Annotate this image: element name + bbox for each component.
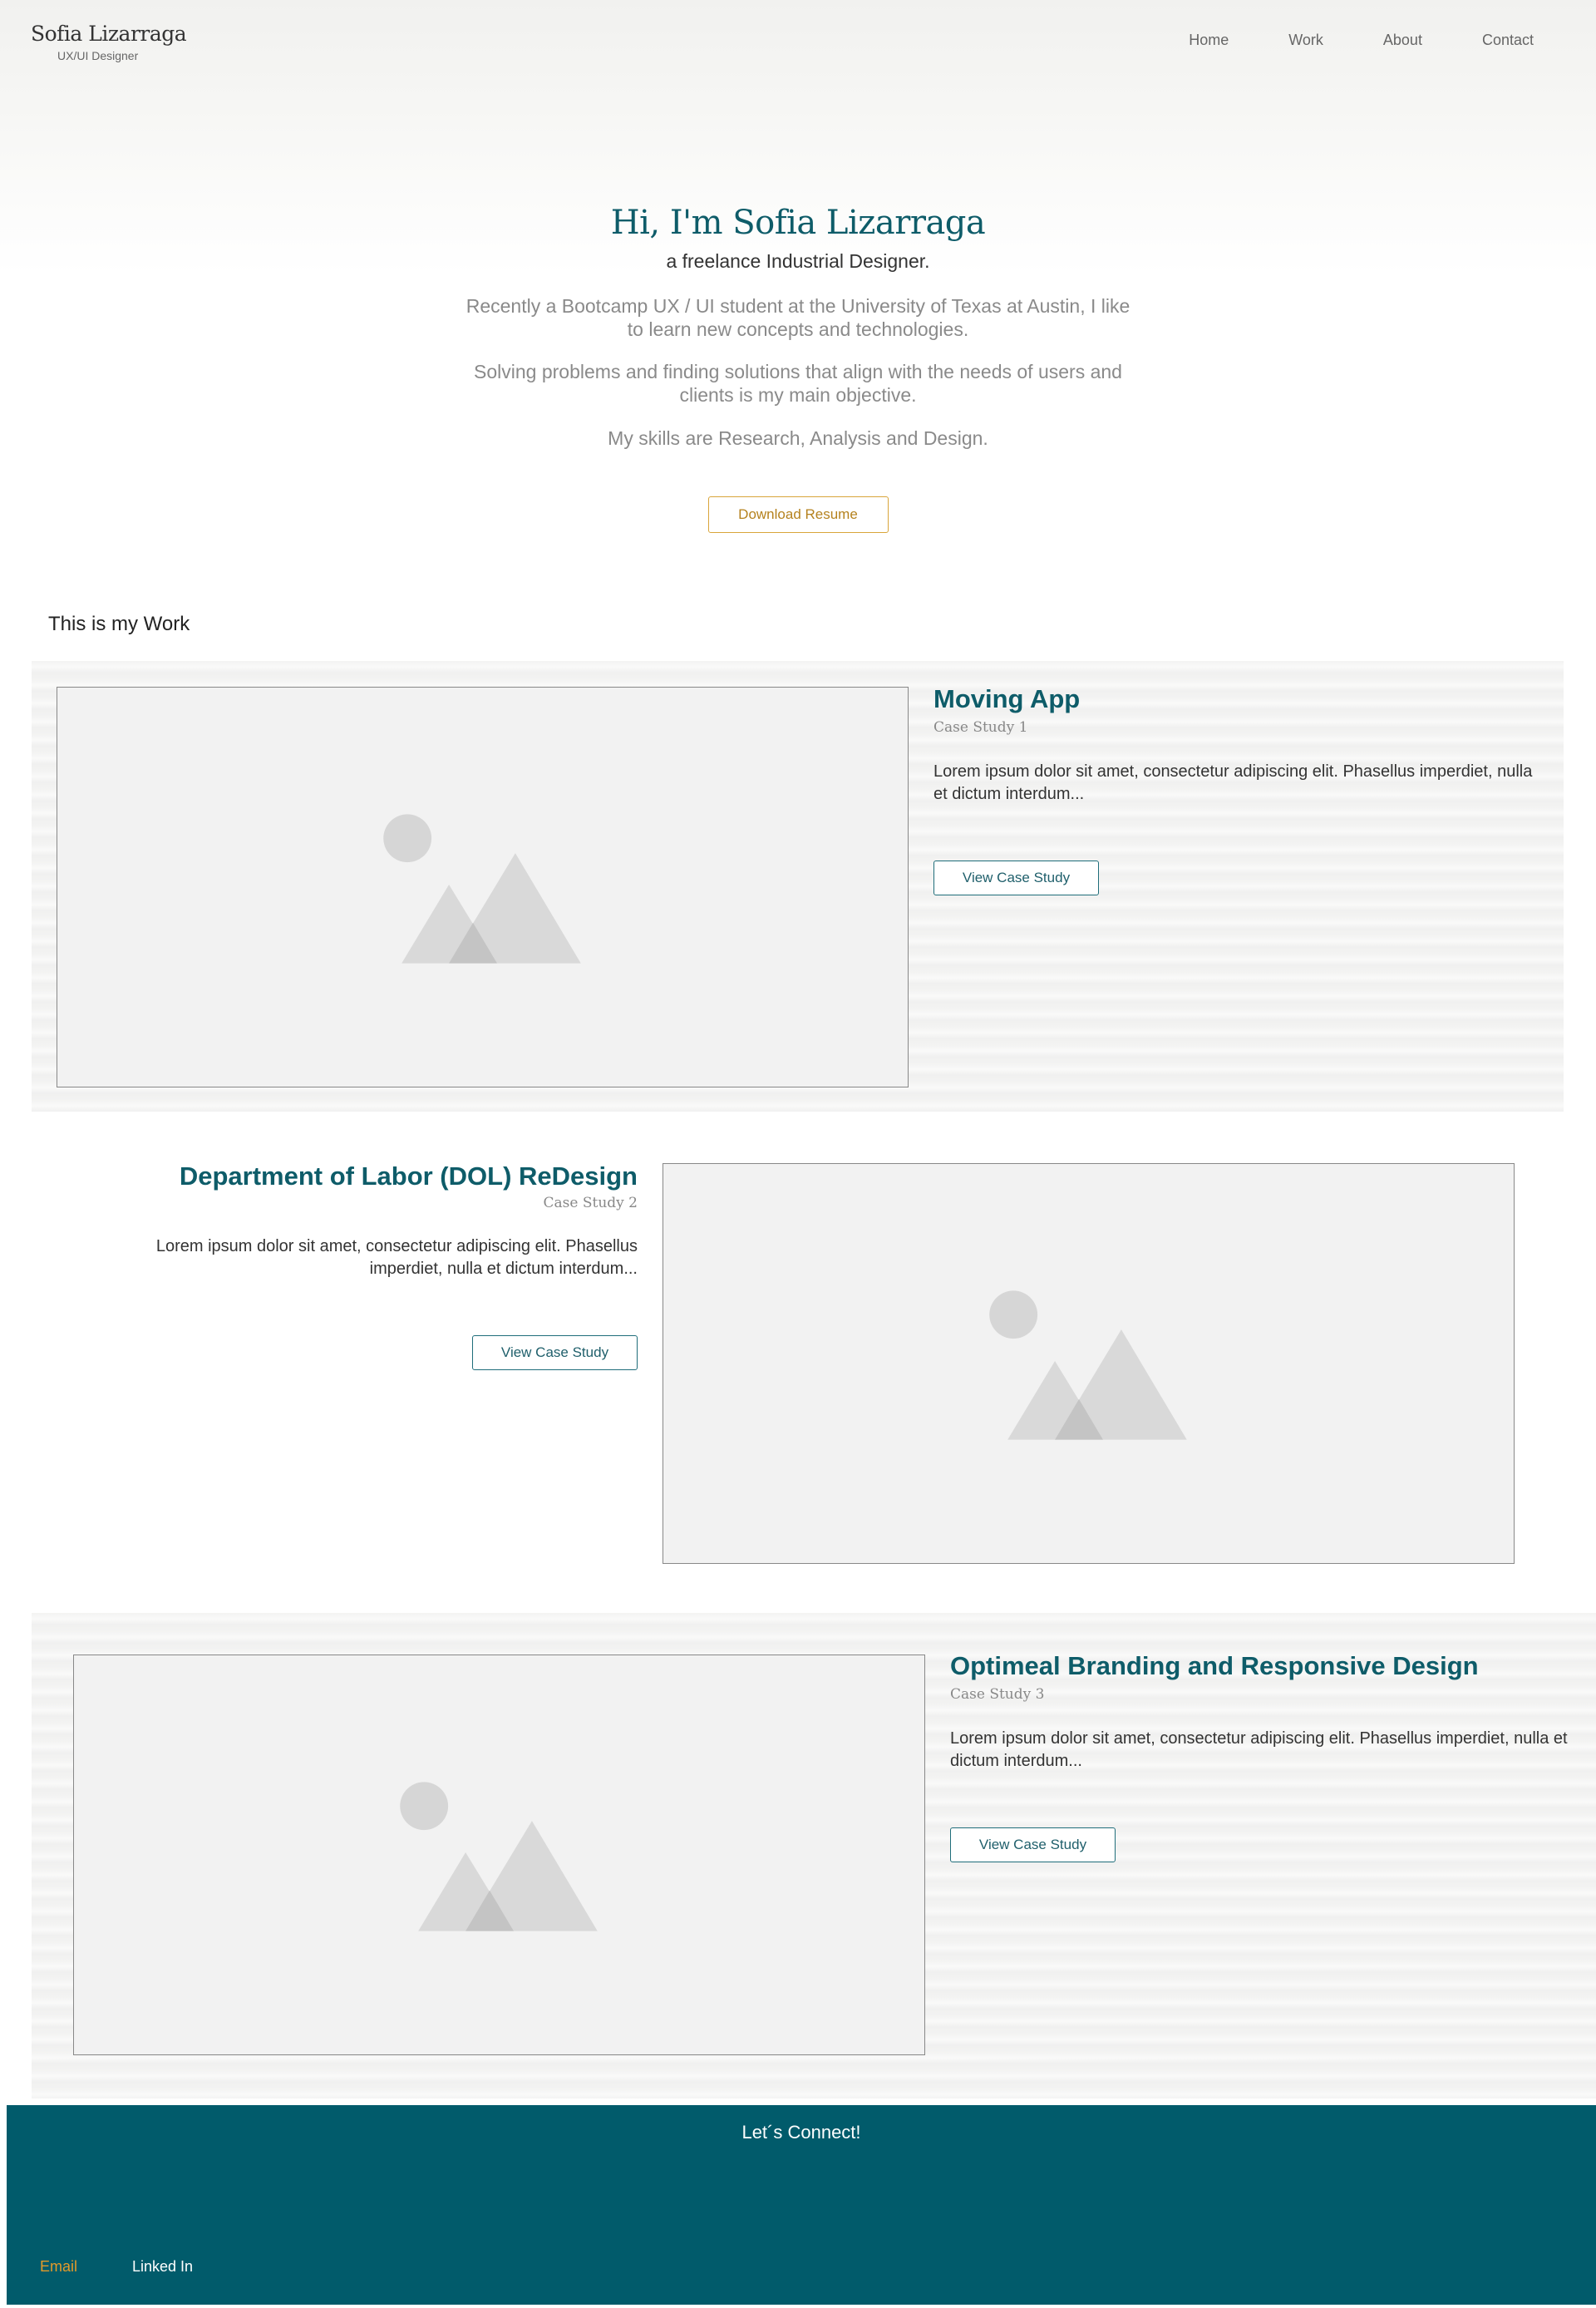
case-study-1-image[interactable]	[57, 687, 909, 1087]
hero-section: Hi, I'm Sofia Lizarraga a freelance Indu…	[0, 204, 1596, 533]
case-study-3-subtitle: Case Study 3	[950, 1686, 1045, 1703]
view-case-study-1-button[interactable]: View Case Study	[933, 861, 1099, 895]
case-study-3-title: Optimeal Branding and Responsive Design	[950, 1651, 1479, 1680]
case-study-2-subtitle: Case Study 2	[543, 1195, 638, 1211]
work-heading: This is my Work	[48, 613, 190, 635]
case-study-3: Optimeal Branding and Responsive Design …	[32, 1613, 1596, 2098]
case-study-1-description: Lorem ipsum dolor sit amet, consectetur …	[933, 762, 1533, 803]
image-placeholder-icon	[383, 814, 581, 964]
brand-role: UX/UI Designer	[57, 49, 139, 62]
case-study-2: Department of Labor (DOL) ReDesign Case …	[0, 1147, 1596, 1580]
nav-about[interactable]: About	[1383, 32, 1422, 49]
download-resume-button[interactable]: Download Resume	[707, 496, 889, 533]
view-case-study-2-button[interactable]: View Case Study	[472, 1335, 638, 1370]
hero-intro-paragraph: Recently a Bootcamp UX / UI student at t…	[466, 295, 1130, 340]
hero-objective-paragraph: Solving problems and finding solutions t…	[474, 361, 1122, 406]
nav-home[interactable]: Home	[1189, 32, 1229, 49]
site-footer: Let´s Connect! Email Linked In	[7, 2105, 1596, 2305]
hero-subtitle: a freelance Industrial Designer.	[666, 250, 930, 272]
case-study-1: Moving App Case Study 1 Lorem ipsum dolo…	[32, 661, 1564, 1112]
hero-title: Hi, I'm Sofia Lizarraga	[610, 204, 986, 242]
case-study-2-title: Department of Labor (DOL) ReDesign	[179, 1161, 638, 1191]
image-placeholder-icon	[989, 1290, 1187, 1440]
case-study-1-subtitle: Case Study 1	[933, 719, 1028, 736]
nav-contact[interactable]: Contact	[1482, 32, 1534, 49]
hero-skills-paragraph: My skills are Research, Analysis and Des…	[608, 427, 988, 449]
footer-email-link[interactable]: Email	[40, 2258, 77, 2276]
case-study-1-title: Moving App	[933, 684, 1081, 713]
brand-name[interactable]: Sofia Lizarraga	[31, 22, 187, 46]
case-study-2-description: Lorem ipsum dolor sit amet, consectetur …	[155, 1237, 638, 1278]
view-case-study-3-button[interactable]: View Case Study	[950, 1827, 1116, 1862]
main-nav: Home Work About Contact	[1129, 32, 1534, 49]
case-study-3-description: Lorem ipsum dolor sit amet, consectetur …	[950, 1729, 1568, 1770]
footer-linkedin-link[interactable]: Linked In	[132, 2258, 193, 2276]
case-study-2-image[interactable]	[663, 1163, 1515, 1564]
image-placeholder-icon	[400, 1782, 598, 1931]
nav-work[interactable]: Work	[1288, 32, 1323, 49]
case-study-3-image[interactable]	[73, 1655, 925, 2055]
footer-title: Let´s Connect!	[741, 2122, 861, 2143]
